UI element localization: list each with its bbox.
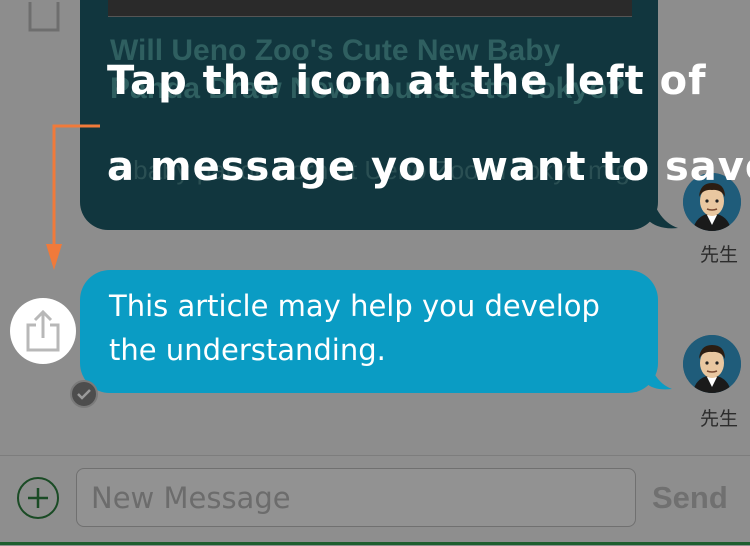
message-bubble-tail — [646, 345, 672, 390]
check-icon — [70, 380, 98, 408]
share-icon — [26, 309, 60, 352]
message-input[interactable] — [76, 468, 636, 527]
plus-icon — [28, 488, 48, 508]
sender-name: 先生 — [700, 244, 739, 266]
article-thumbnail — [108, 0, 632, 17]
message-text: This article may help you develop the un… — [109, 289, 600, 367]
arrow-icon — [46, 124, 100, 270]
instruction-line-1: Tap the icon at the left of — [107, 58, 707, 104]
chat-area: Will Ueno Zoo's Cute New Baby Panda Draw… — [0, 0, 750, 455]
sender-name: 先生 — [700, 408, 739, 430]
add-attachment-button[interactable] — [17, 477, 59, 519]
save-share-button[interactable] — [10, 298, 76, 364]
teacher-avatar[interactable] — [683, 335, 741, 393]
share-icon[interactable] — [26, 0, 62, 34]
send-button[interactable]: Send — [652, 474, 736, 522]
instruction-line-2: a message you want to save — [107, 144, 750, 190]
